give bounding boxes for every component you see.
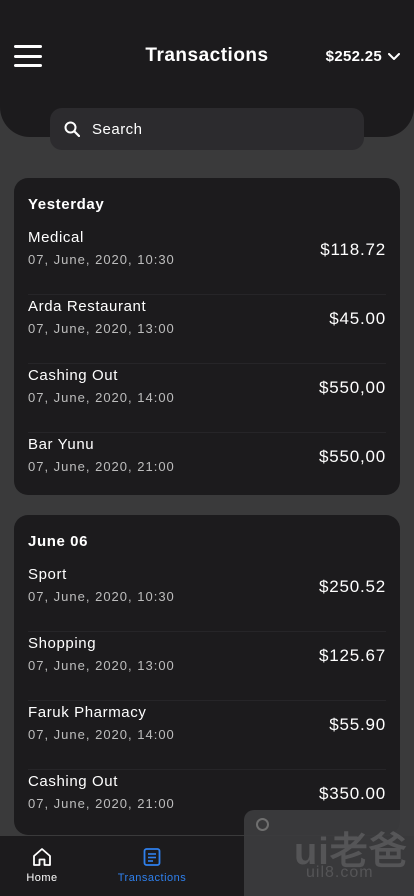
watermark-url: uil8.com <box>306 864 374 881</box>
watermark: ui老爸 uil8.com <box>244 810 414 896</box>
search-bar[interactable] <box>50 108 364 150</box>
transaction-name: Cashing Out <box>28 367 118 384</box>
tab-home-label: Home <box>26 872 58 884</box>
transaction-date: 07, June, 2020, 14:00 <box>28 727 175 742</box>
transaction-group: Yesterday Medical 07, June, 2020, 10:30 … <box>14 178 400 495</box>
transaction-name: Shopping <box>28 635 97 652</box>
transaction-amount: $45.00 <box>329 309 386 328</box>
transaction-amount: $250.52 <box>318 577 386 596</box>
transaction-name: Cashing Out <box>28 773 118 790</box>
home-icon <box>33 848 51 866</box>
tab-transactions-label: Transactions <box>117 872 187 884</box>
transaction-row[interactable]: Bar Yunu 07, June, 2020, 21:00 $550,00 <box>28 433 386 502</box>
transaction-amount: $125.67 <box>318 646 386 665</box>
transaction-date: 07, June, 2020, 13:00 <box>28 321 175 336</box>
transaction-date: 07, June, 2020, 10:30 <box>28 589 175 604</box>
transaction-date: 07, June, 2020, 21:00 <box>28 796 175 811</box>
transaction-group: June 06 Sport 07, June, 2020, 10:30 $250… <box>14 515 400 835</box>
tab-home[interactable]: Home <box>18 846 66 884</box>
transaction-name: Bar Yunu <box>28 436 95 453</box>
transaction-name: Faruk Pharmacy <box>28 704 147 721</box>
transaction-amount: $55.90 <box>329 715 386 734</box>
transaction-name: Sport <box>28 566 67 583</box>
search-input[interactable] <box>92 120 332 138</box>
balance-selector[interactable]: $252.25 <box>326 48 400 65</box>
transaction-amount: $550,00 <box>318 447 386 466</box>
watermark-dot-icon <box>256 818 269 831</box>
transaction-date: 07, June, 2020, 14:00 <box>28 390 175 405</box>
transaction-date: 07, June, 2020, 21:00 <box>28 459 175 474</box>
transaction-row[interactable]: Faruk Pharmacy 07, June, 2020, 14:00 $55… <box>28 701 386 770</box>
transaction-name: Arda Restaurant <box>28 298 147 315</box>
chevron-down-icon <box>388 52 400 60</box>
transaction-row[interactable]: Medical 07, June, 2020, 10:30 $118.72 <box>28 226 386 295</box>
balance-value: $252.25 <box>325 48 382 65</box>
search-icon <box>64 121 80 137</box>
receipt-icon <box>143 848 161 866</box>
transaction-row[interactable]: Shopping 07, June, 2020, 13:00 $125.67 <box>28 632 386 701</box>
transaction-date: 07, June, 2020, 10:30 <box>28 252 175 267</box>
transaction-row[interactable]: Sport 07, June, 2020, 10:30 $250.52 <box>28 563 386 632</box>
transaction-row[interactable]: Cashing Out 07, June, 2020, 14:00 $550,0… <box>28 364 386 433</box>
tab-transactions[interactable]: Transactions <box>108 846 196 884</box>
group-title: Yesterday <box>28 196 105 213</box>
transaction-row[interactable]: Arda Restaurant 07, June, 2020, 13:00 $4… <box>28 295 386 364</box>
transaction-amount: $118.72 <box>320 240 386 259</box>
transaction-amount: $350.00 <box>318 784 386 803</box>
transaction-amount: $550,00 <box>318 378 386 397</box>
group-title: June 06 <box>28 533 89 550</box>
transaction-name: Medical <box>28 229 84 246</box>
transaction-date: 07, June, 2020, 13:00 <box>28 658 175 673</box>
